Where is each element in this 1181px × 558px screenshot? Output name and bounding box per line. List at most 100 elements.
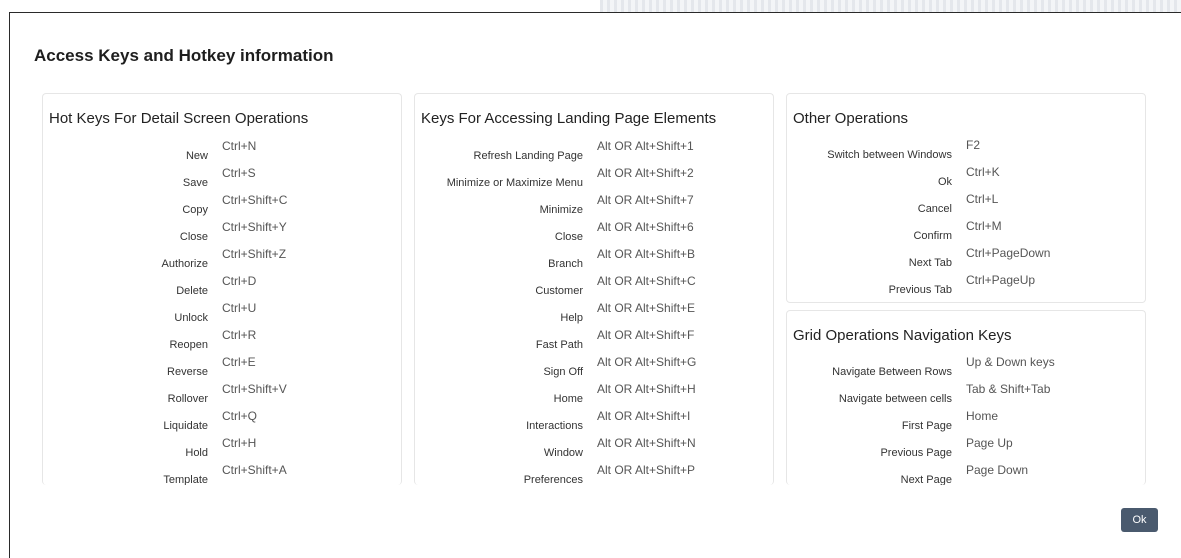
shortcut-row: Help Alt OR Alt+Shift+E bbox=[415, 301, 773, 328]
shortcut-keys: Up & Down keys bbox=[966, 355, 1055, 369]
shortcut-keys: Alt OR Alt+Shift+G bbox=[597, 355, 697, 369]
shortcut-label: Refresh Landing Page bbox=[473, 150, 583, 162]
shortcut-label: Navigate between cells bbox=[838, 393, 952, 405]
shortcut-row: Preferences Alt OR Alt+Shift+P bbox=[415, 463, 773, 485]
ok-button[interactable]: Ok bbox=[1121, 508, 1158, 532]
shortcut-row: Home Alt OR Alt+Shift+H bbox=[415, 382, 773, 409]
shortcut-row: Delete Ctrl+D bbox=[43, 274, 401, 301]
shortcut-label: Reopen bbox=[169, 339, 208, 351]
shortcut-keys: Home bbox=[966, 409, 999, 423]
grid-navigation-panel: Grid Operations Navigation Keys Navigate… bbox=[786, 310, 1146, 485]
shortcut-row: Interactions Alt OR Alt+Shift+I bbox=[415, 409, 773, 436]
shortcut-row: Minimize Alt OR Alt+Shift+7 bbox=[415, 193, 773, 220]
other-operations-panel-title: Other Operations bbox=[793, 110, 909, 127]
shortcut-keys: Ctrl+Shift+V bbox=[222, 382, 287, 396]
shortcut-row: Navigate Between Rows Up & Down keys bbox=[787, 355, 1145, 382]
shortcut-keys: Alt OR Alt+Shift+C bbox=[597, 274, 696, 288]
shortcut-row: Authorize Ctrl+Shift+Z bbox=[43, 247, 401, 274]
shortcut-keys: Alt OR Alt+Shift+B bbox=[597, 247, 696, 261]
shortcut-label: Copy bbox=[182, 204, 208, 216]
shortcut-row: Branch Alt OR Alt+Shift+B bbox=[415, 247, 773, 274]
shortcut-row: Copy Ctrl+Shift+C bbox=[43, 193, 401, 220]
shortcut-keys: Ctrl+D bbox=[222, 274, 257, 288]
shortcut-label: Previous Page bbox=[880, 447, 952, 459]
other-operations-list: Switch between Windows F2 Ok Ctrl+K Cancel Ct… bbox=[787, 138, 1145, 300]
landing-keys-list: Refresh Landing Page Alt OR Alt+Shift+1 Mi… bbox=[415, 139, 773, 485]
top-strip bbox=[0, 0, 1181, 12]
shortcut-row: Liquidate Ctrl+Q bbox=[43, 409, 401, 436]
shortcut-row: Confirm Ctrl+M bbox=[787, 219, 1145, 246]
shortcut-keys: Ctrl+M bbox=[966, 219, 1002, 233]
shortcut-keys: Alt OR Alt+Shift+F bbox=[597, 328, 695, 342]
shortcut-label: Save bbox=[182, 177, 208, 189]
shortcut-label: Delete bbox=[176, 285, 208, 297]
shortcut-row: First Page Home bbox=[787, 409, 1145, 436]
hotkey-dialog: Access Keys and Hotkey information Hot K… bbox=[9, 12, 1181, 558]
shortcut-label: Window bbox=[543, 447, 583, 459]
shortcut-keys: Alt OR Alt+Shift+H bbox=[597, 382, 696, 396]
shortcut-row: Previous Tab Ctrl+PageUp bbox=[787, 273, 1145, 300]
shortcut-row: Next Page Page Down bbox=[787, 463, 1145, 485]
shortcut-keys: Alt OR Alt+Shift+1 bbox=[597, 139, 694, 153]
dialog-title: Access Keys and Hotkey information bbox=[34, 46, 334, 65]
shortcut-label: Close bbox=[554, 231, 583, 243]
shortcut-row: Hold Ctrl+H bbox=[43, 436, 401, 463]
shortcut-keys: Alt OR Alt+Shift+P bbox=[597, 463, 696, 477]
shortcut-keys: Alt OR Alt+Shift+6 bbox=[597, 220, 694, 234]
grid-navigation-list: Navigate Between Rows Up & Down keys Navig… bbox=[787, 355, 1145, 485]
shortcut-label: Navigate Between Rows bbox=[832, 366, 952, 378]
shortcut-row: Save Ctrl+S bbox=[43, 166, 401, 193]
shortcut-label: Help bbox=[560, 312, 583, 324]
shortcut-label: Sign Off bbox=[543, 366, 583, 378]
shortcut-label: Liquidate bbox=[163, 420, 208, 432]
shortcut-keys: Ctrl+S bbox=[222, 166, 256, 180]
shortcut-label: New bbox=[185, 150, 208, 162]
shortcut-label: Preferences bbox=[523, 474, 583, 485]
shortcut-label: Minimize bbox=[539, 204, 583, 216]
hot-keys-panel: Hot Keys For Detail Screen Operations Ne… bbox=[42, 93, 402, 485]
shortcut-row: New Ctrl+N bbox=[43, 139, 401, 166]
shortcut-keys: Ctrl+Shift+C bbox=[222, 193, 288, 207]
shortcut-row: Minimize or Maximize Menu Alt OR Alt+Shif… bbox=[415, 166, 773, 193]
shortcut-label: Reverse bbox=[167, 366, 208, 378]
shortcut-row: Next Tab Ctrl+PageDown bbox=[787, 246, 1145, 273]
strip-background bbox=[600, 0, 1181, 12]
shortcut-label: Template bbox=[163, 474, 208, 485]
shortcut-label: Unlock bbox=[174, 312, 208, 324]
shortcut-keys: Ctrl+E bbox=[222, 355, 256, 369]
shortcut-keys: Alt OR Alt+Shift+E bbox=[597, 301, 696, 315]
shortcut-row: Close Alt OR Alt+Shift+6 bbox=[415, 220, 773, 247]
shortcut-label: Rollover bbox=[167, 393, 208, 405]
shortcut-keys: Tab & Shift+Tab bbox=[966, 382, 1051, 396]
shortcut-label: Authorize bbox=[161, 258, 208, 270]
shortcut-keys: Ctrl+Shift+A bbox=[222, 463, 287, 477]
shortcut-row: Unlock Ctrl+U bbox=[43, 301, 401, 328]
shortcut-row: Previous Page Page Up bbox=[787, 436, 1145, 463]
shortcut-label: Close bbox=[179, 231, 208, 243]
hot-keys-panel-title: Hot Keys For Detail Screen Operations bbox=[49, 110, 309, 127]
shortcut-label: Next Tab bbox=[908, 257, 952, 269]
shortcut-row: Fast Path Alt OR Alt+Shift+F bbox=[415, 328, 773, 355]
shortcut-row: Template Ctrl+Shift+A bbox=[43, 463, 401, 485]
shortcut-keys: F2 bbox=[966, 138, 981, 152]
shortcut-keys: Ctrl+L bbox=[966, 192, 999, 206]
shortcut-row: Customer Alt OR Alt+Shift+C bbox=[415, 274, 773, 301]
shortcut-keys: Ctrl+U bbox=[222, 301, 257, 315]
shortcut-row: Window Alt OR Alt+Shift+N bbox=[415, 436, 773, 463]
shortcut-keys: Ctrl+H bbox=[222, 436, 257, 450]
shortcut-keys: Alt OR Alt+Shift+7 bbox=[597, 193, 694, 207]
other-operations-panel: Other Operations Switch between Windows F… bbox=[786, 93, 1146, 303]
shortcut-label: Ok bbox=[937, 176, 952, 188]
shortcut-keys: Ctrl+R bbox=[222, 328, 257, 342]
shortcut-label: Home bbox=[553, 393, 583, 405]
shortcut-label: Fast Path bbox=[535, 339, 583, 351]
shortcut-keys: Ctrl+Shift+Z bbox=[222, 247, 287, 261]
grid-navigation-panel-title: Grid Operations Navigation Keys bbox=[793, 327, 1012, 344]
shortcut-label: Cancel bbox=[917, 203, 952, 215]
shortcut-row: Sign Off Alt OR Alt+Shift+G bbox=[415, 355, 773, 382]
shortcut-keys: Ctrl+K bbox=[966, 165, 1000, 179]
shortcut-row: Close Ctrl+Shift+Y bbox=[43, 220, 401, 247]
shortcut-label: First Page bbox=[901, 420, 952, 432]
shortcut-keys: Ctrl+N bbox=[222, 139, 257, 153]
shortcut-label: Interactions bbox=[526, 420, 583, 432]
